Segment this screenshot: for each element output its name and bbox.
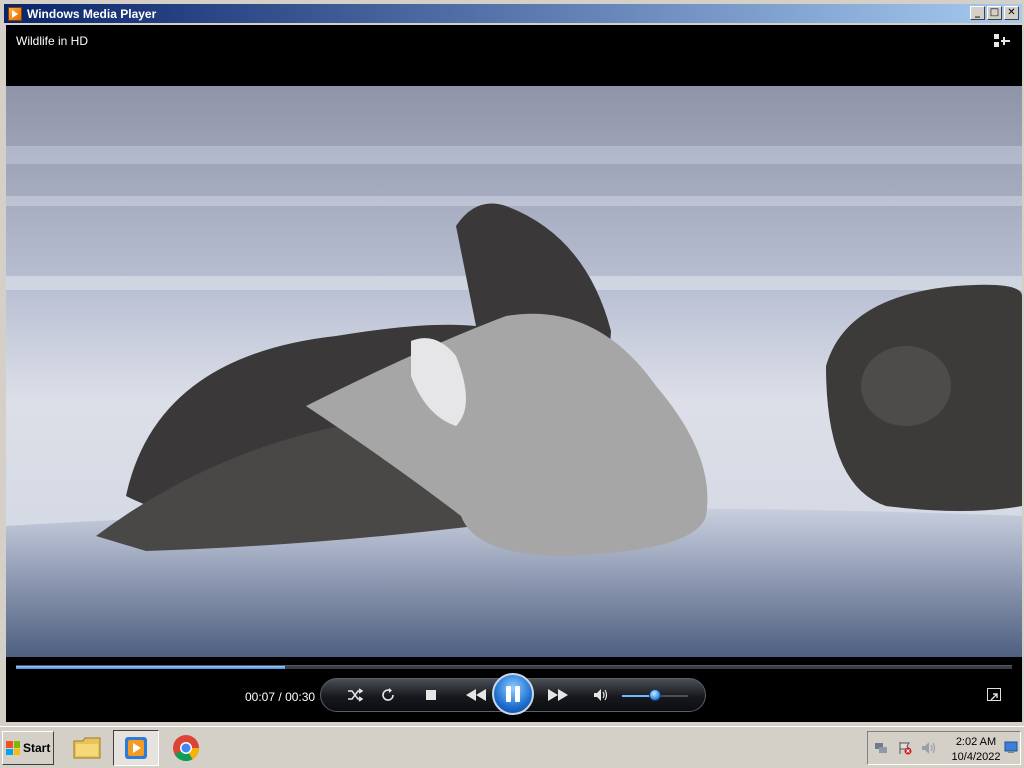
start-label: Start (23, 741, 51, 755)
current-time: 00:07 (245, 690, 276, 704)
mute-button[interactable] (589, 679, 613, 711)
windows-media-player-icon[interactable] (113, 730, 159, 766)
total-time: 00:30 (285, 690, 316, 704)
window-title: Windows Media Player (27, 6, 157, 21)
player-area: Wildlife in HD 00:07 / 00:30 (6, 25, 1022, 722)
show-desktop-icon[interactable] (1004, 740, 1018, 754)
shuffle-icon[interactable] (343, 679, 367, 711)
title-bar[interactable]: Windows Media Player _ □ ✕ (4, 4, 1022, 23)
previous-button[interactable] (459, 679, 493, 711)
time-separator: / (278, 690, 282, 704)
network-icon[interactable] (874, 741, 888, 755)
file-explorer-icon[interactable] (64, 730, 110, 766)
maximize-button[interactable]: □ (987, 6, 1002, 20)
chrome-icon[interactable] (163, 730, 209, 766)
windows-media-player-icon (8, 6, 22, 21)
switch-to-library-icon[interactable] (994, 34, 1010, 48)
pause-icon (515, 686, 520, 702)
system-tray: 2:02 AM 10/4/2022 (867, 731, 1021, 765)
speaker-icon (594, 689, 608, 701)
pause-icon (506, 686, 511, 702)
time-display: 00:07 / 00:30 (245, 690, 315, 704)
clock-date[interactable]: 10/4/2022 (948, 751, 1004, 763)
now-playing-title: Wildlife in HD (16, 34, 89, 48)
stop-icon (426, 690, 436, 700)
repeat-icon[interactable] (376, 679, 400, 711)
taskbar: Start 2:02 AM 10/4/2022 (0, 726, 1024, 768)
minimize-button[interactable]: _ (970, 6, 985, 20)
fullscreen-icon[interactable] (987, 688, 1001, 701)
video-frame (6, 86, 1022, 657)
seek-bar[interactable] (16, 665, 1012, 669)
volume-icon[interactable] (921, 741, 937, 755)
volume-slider-thumb[interactable] (649, 689, 661, 701)
close-button[interactable]: ✕ (1004, 6, 1019, 20)
seek-bar-progress (16, 666, 285, 669)
next-button[interactable] (541, 679, 575, 711)
media-player-window: Windows Media Player _ □ ✕ Wildlife in H… (0, 0, 1024, 726)
play-pause-button[interactable] (492, 673, 534, 715)
start-button[interactable]: Start (2, 731, 54, 765)
action-center-warning-icon[interactable] (898, 741, 912, 755)
windows-logo-icon (6, 741, 20, 755)
fast-forward-icon (548, 689, 568, 701)
clock-time[interactable]: 2:02 AM (954, 736, 998, 748)
video-surface[interactable] (6, 86, 1022, 657)
stop-button[interactable] (419, 679, 443, 711)
rewind-icon (466, 689, 486, 701)
